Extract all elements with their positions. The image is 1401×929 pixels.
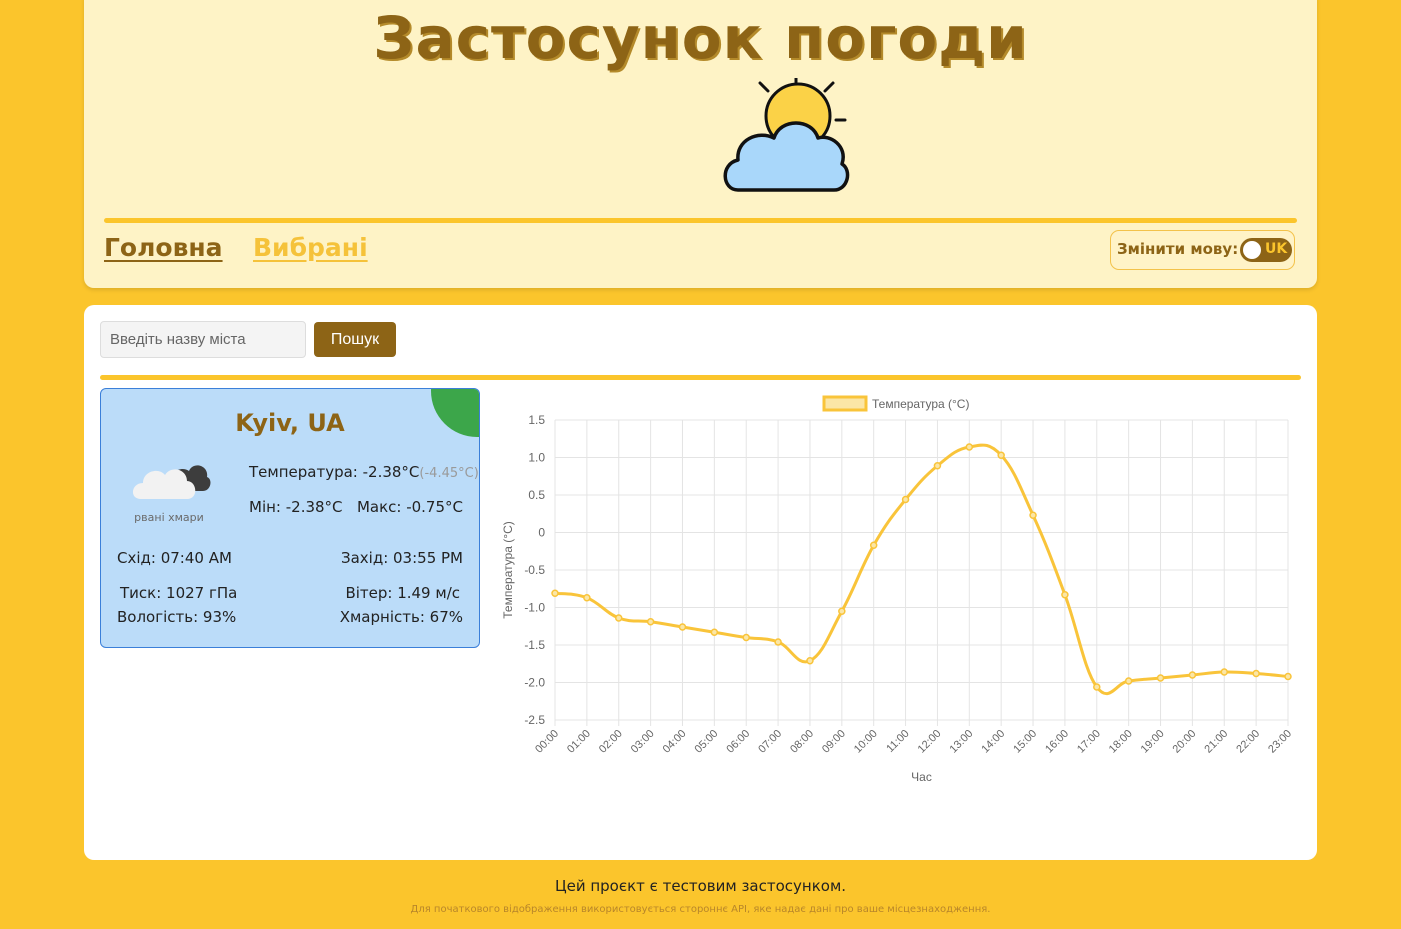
x-tick-label: 06:00 — [724, 728, 752, 756]
data-point — [1220, 668, 1229, 676]
sunset: Захід: 03:55 PM — [340, 549, 463, 567]
footer-disclaimer: Для початкового відображення використову… — [410, 904, 991, 915]
y-tick-label: -0.5 — [524, 563, 545, 577]
x-tick-label: 23:00 — [1266, 728, 1294, 756]
x-tick-label: 14:00 — [979, 728, 1007, 756]
x-tick-label: 10:00 — [852, 728, 880, 756]
y-tick-label: 0 — [538, 526, 545, 540]
language-toggle[interactable]: UK — [1240, 238, 1292, 262]
search-button[interactable]: Пошук — [314, 322, 396, 357]
temperature-line — [554, 443, 1289, 696]
x-tick-label: 01:00 — [565, 728, 593, 756]
data-point — [933, 462, 942, 470]
x-tick-label: 22:00 — [1234, 728, 1262, 756]
feels-like-value: (-4.45°C) — [419, 466, 479, 481]
temperature-value: -2.38°C — [362, 463, 420, 481]
x-tick-label: 17:00 — [1075, 728, 1103, 756]
x-tick-label: 00:00 — [533, 728, 561, 756]
data-point — [838, 607, 846, 615]
temperature-row: Температура: -2.38°C(-4.45°C) — [249, 463, 479, 481]
x-tick-label: 15:00 — [1011, 728, 1039, 756]
y-tick-label: 0.5 — [528, 488, 545, 502]
x-tick-label: 07:00 — [756, 728, 784, 756]
language-switcher: Змінити мову: UK — [1110, 230, 1295, 270]
header-divider — [104, 218, 1297, 223]
legend-swatch — [822, 395, 868, 412]
x-tick-label: 13:00 — [947, 728, 975, 756]
data-point — [1029, 511, 1037, 519]
data-point — [742, 633, 750, 642]
sun-cloud-logo-icon — [723, 78, 850, 192]
toggle-knob — [1243, 241, 1261, 259]
data-point — [1124, 677, 1133, 685]
x-tick-label: 05:00 — [693, 728, 721, 756]
x-tick-label: 03:00 — [629, 728, 657, 756]
data-point — [1156, 674, 1165, 682]
x-tick-label: 20:00 — [1171, 728, 1199, 756]
data-point — [1188, 671, 1197, 679]
language-label: Змінити мову: — [1117, 240, 1239, 258]
cloudiness: Хмарність: 67% — [339, 608, 463, 626]
y-tick-label: 1.0 — [528, 451, 545, 465]
legend-label: Температура (°C) — [872, 397, 969, 411]
header-panel: Застосунок погоди Головна Вибрані Змінит… — [84, 0, 1317, 288]
y-tick-label: -2.0 — [524, 676, 545, 690]
sunrise: Схід: 07:40 AM — [117, 549, 232, 567]
main-divider — [100, 375, 1301, 380]
language-code: UK — [1265, 241, 1288, 257]
x-tick-label: 04:00 — [661, 728, 689, 756]
x-tick-label: 18:00 — [1107, 728, 1135, 756]
y-tick-label: 1.5 — [528, 413, 545, 427]
y-axis-label: Температура (°C) — [501, 521, 515, 618]
temperature-chart: 1.5 1.0 0.5 0 -0.5 -1.0 -1.5 -2.0 -2.500:00 01:00… — [501, 395, 1294, 784]
max-temp: Макс: -0.75°C — [356, 498, 463, 516]
data-point — [646, 618, 655, 626]
min-temp: Мін: -2.38°C — [249, 498, 343, 516]
main-panel: Пошук + Kyiv, UA рвані хмари Температура… — [84, 305, 1317, 860]
x-tick-label: 12:00 — [916, 728, 944, 756]
y-tick-label: -1.5 — [524, 638, 545, 652]
y-tick-label: -2.5 — [524, 713, 545, 727]
x-axis-label: Час — [911, 770, 932, 784]
data-point — [1284, 672, 1292, 681]
x-tick-label: 11:00 — [884, 728, 911, 755]
city-search-input[interactable] — [100, 321, 306, 358]
data-point — [1093, 683, 1101, 691]
x-tick-label: 16:00 — [1043, 728, 1071, 756]
x-tick-label: 02:00 — [597, 728, 625, 756]
data-point — [965, 443, 974, 451]
weather-description: рвані хмари — [134, 511, 204, 524]
data-point — [710, 628, 719, 636]
nav-home-link[interactable]: Головна — [104, 233, 223, 262]
temperature-label: Температура: — [249, 463, 358, 481]
app-title: Застосунок погоди — [373, 4, 1028, 72]
x-tick-label: 08:00 — [788, 728, 816, 756]
y-tick-label: -1.0 — [524, 601, 545, 615]
nav-favorites-link[interactable]: Вибрані — [253, 233, 368, 262]
data-point — [583, 594, 591, 602]
broken-clouds-icon — [132, 465, 211, 499]
data-point — [774, 638, 782, 646]
city-name: Kyiv, UA — [235, 409, 345, 437]
data-point — [551, 589, 559, 597]
data-point — [678, 623, 687, 631]
pressure: Тиск: 1027 гПа — [120, 584, 238, 602]
weather-card: + Kyiv, UA рвані хмари Температура: -2.3… — [100, 388, 480, 648]
x-tick-label: 09:00 — [820, 728, 848, 756]
x-tick-label: 21:00 — [1202, 728, 1230, 756]
humidity: Вологість: 93% — [117, 608, 237, 626]
x-tick-label: 19:00 — [1139, 728, 1167, 756]
footer-note: Цей проєкт є тестовим застосунком. — [554, 877, 847, 895]
data-point — [869, 541, 878, 549]
data-point — [1252, 669, 1260, 678]
data-point — [1061, 591, 1069, 599]
data-point — [614, 614, 623, 622]
data-point — [901, 495, 910, 504]
data-point — [806, 657, 814, 665]
wind: Вітер: 1.49 м/с — [345, 584, 460, 602]
data-point — [997, 451, 1005, 459]
